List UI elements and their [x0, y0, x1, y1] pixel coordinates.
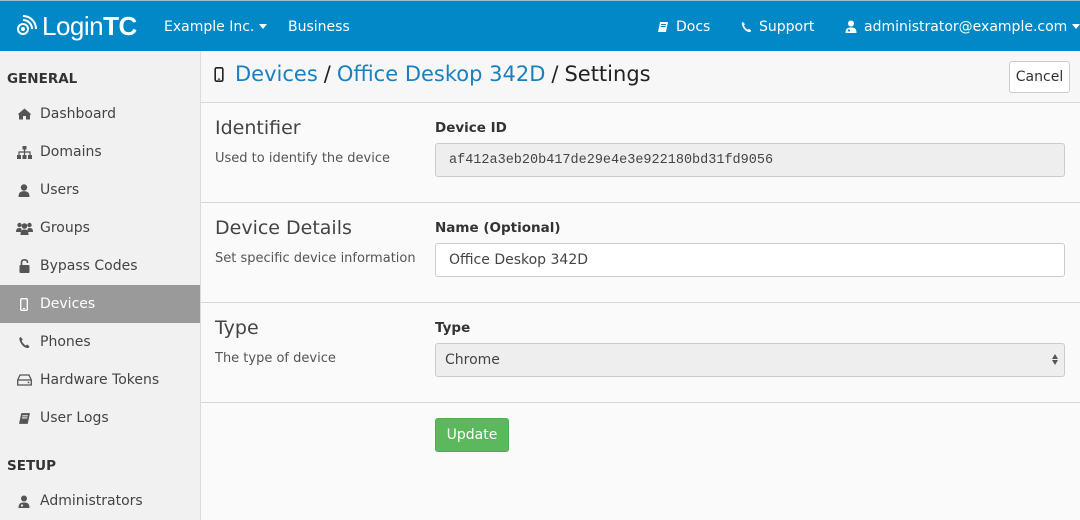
caret-down-icon [1072, 24, 1080, 29]
user-md-icon [845, 20, 857, 33]
sidebar-item-label: Devices [40, 296, 96, 312]
plan-label: Business [288, 18, 350, 35]
caret-down-icon [259, 24, 268, 29]
sidebar-heading-general: GENERAL [7, 71, 78, 87]
phone-icon [15, 336, 33, 349]
mobile-icon [214, 66, 224, 82]
section-title: Type [215, 317, 259, 339]
sidebar-item-bypass-codes[interactable]: Bypass Codes [0, 247, 200, 285]
sidebar-item-users[interactable]: Users [0, 171, 200, 209]
sidebar-item-dashboard[interactable]: Dashboard [0, 95, 200, 133]
breadcrumb-devices-link[interactable]: Devices [235, 62, 318, 86]
plan-link[interactable]: Business [288, 1, 350, 52]
sidebar-item-groups[interactable]: Groups [0, 209, 200, 247]
cancel-button[interactable]: Cancel [1009, 61, 1070, 93]
user-icon [15, 183, 33, 197]
signal-logo-icon [17, 15, 37, 35]
sidebar-item-label: Administrators [40, 493, 143, 509]
docs-label: Docs [676, 18, 711, 35]
phone-icon [741, 21, 752, 33]
type-select[interactable]: Chrome [435, 343, 1065, 377]
sidebar-item-label: Dashboard [40, 106, 116, 122]
user-email: administrator@example.com [864, 18, 1068, 35]
top-navbar: LoginTC Example Inc. Business Docs Suppo… [0, 0, 1080, 51]
section-description: Set specific device information [215, 251, 416, 266]
page-header: Devices / Office Deskop 342D / Settings … [201, 51, 1080, 103]
sidebar: GENERAL Dashboard Domains Users Groups B… [0, 51, 201, 520]
section-title: Device Details [215, 217, 352, 239]
org-name: Example Inc. [164, 18, 255, 35]
section-title: Identifier [215, 117, 301, 139]
breadcrumb-device-link[interactable]: Office Deskop 342D [337, 62, 546, 86]
section-type: Type The type of device Type Chrome [201, 303, 1080, 403]
mobile-icon [15, 297, 33, 311]
device-id-field: af412a3eb20b417de29e4e3e922180bd31fd9056 [435, 143, 1065, 177]
type-select-value: Chrome [445, 352, 500, 368]
sitemap-icon [15, 145, 33, 159]
main-content: Devices / Office Deskop 342D / Settings … [201, 51, 1080, 520]
section-identifier: Identifier Used to identify the device D… [201, 103, 1080, 203]
sidebar-item-label: Domains [40, 144, 102, 160]
type-label: Type [435, 320, 471, 336]
update-button[interactable]: Update [435, 418, 509, 452]
breadcrumb-current: Settings [564, 62, 651, 86]
sidebar-item-phones[interactable]: Phones [0, 323, 200, 361]
device-id-label: Device ID [435, 120, 507, 136]
unlock-icon [15, 259, 33, 273]
sidebar-item-label: Groups [40, 220, 90, 236]
name-input[interactable]: Office Deskop 342D [435, 243, 1065, 277]
group-icon [15, 222, 33, 235]
book-icon [657, 21, 669, 33]
section-description: Used to identify the device [215, 151, 391, 166]
breadcrumb: Devices / Office Deskop 342D / Settings [214, 62, 651, 86]
sidebar-item-devices[interactable]: Devices [0, 285, 200, 323]
sidebar-item-hardware-tokens[interactable]: Hardware Tokens [0, 361, 200, 399]
book-icon [15, 412, 33, 425]
user-md-icon [15, 495, 33, 508]
sidebar-item-label: Phones [40, 334, 91, 350]
breadcrumb-separator: / [551, 62, 559, 86]
sidebar-item-label: Users [40, 182, 80, 198]
sidebar-item-domains[interactable]: Domains [0, 133, 200, 171]
breadcrumb-separator: / [323, 62, 331, 86]
sidebar-item-label: Hardware Tokens [40, 372, 160, 388]
name-label: Name (Optional) [435, 220, 561, 236]
brand-logo[interactable]: LoginTC [15, 10, 137, 42]
home-icon [15, 108, 33, 120]
support-link[interactable]: Support [741, 1, 814, 52]
hdd-icon [15, 374, 33, 386]
sidebar-item-label: User Logs [40, 410, 109, 426]
select-arrows-icon [1052, 354, 1058, 365]
user-menu[interactable]: administrator@example.com [845, 1, 1080, 52]
sidebar-item-label: Bypass Codes [40, 258, 138, 274]
docs-link[interactable]: Docs [657, 1, 710, 52]
support-label: Support [759, 18, 815, 35]
org-dropdown[interactable]: Example Inc. [164, 1, 268, 52]
section-description: The type of device [215, 351, 336, 366]
sidebar-item-user-logs[interactable]: User Logs [0, 399, 200, 437]
sidebar-heading-setup: SETUP [7, 458, 57, 474]
section-device-details: Device Details Set specific device infor… [201, 203, 1080, 303]
brand-name: LoginTC [42, 10, 137, 41]
sidebar-item-administrators[interactable]: Administrators [0, 482, 200, 520]
